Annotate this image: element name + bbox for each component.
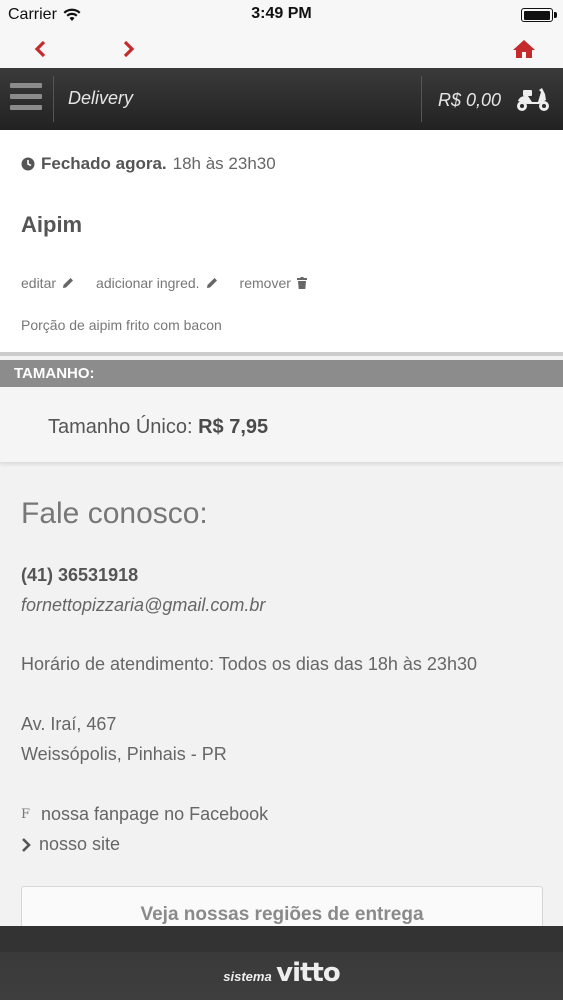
contact-email[interactable]: fornettopizzaria@gmail.com.br bbox=[21, 595, 265, 616]
clock: 3:49 PM bbox=[251, 5, 312, 22]
home-icon bbox=[513, 40, 535, 58]
back-button[interactable] bbox=[25, 34, 55, 64]
product-name: Aipim bbox=[21, 212, 83, 237]
remove-button[interactable]: remover bbox=[240, 275, 307, 291]
chevron-left-icon bbox=[34, 40, 46, 58]
brand-small: sistema bbox=[223, 969, 272, 984]
store-hours-text: 18h às 23h30 bbox=[172, 154, 276, 173]
size-header: TAMANHO: bbox=[0, 360, 563, 387]
contact-hours: Horário de atendimento: Todos os dias da… bbox=[21, 654, 477, 674]
store-hours: Fechado agora. 18h às 23h30 bbox=[21, 154, 276, 174]
contact-title: Fale conosco: bbox=[21, 497, 208, 530]
contact-phone[interactable]: (41) 36531918 bbox=[21, 565, 138, 586]
battery-icon bbox=[521, 8, 557, 22]
app-header: Delivery R$ 0,00 bbox=[0, 68, 563, 130]
brand-big: vitto bbox=[276, 958, 341, 988]
chevron-right-icon bbox=[22, 837, 31, 852]
cart-total[interactable]: R$ 0,00 bbox=[438, 90, 501, 111]
forward-button[interactable] bbox=[114, 34, 144, 64]
facebook-link[interactable]: F nossa fanpage no Facebook bbox=[21, 804, 268, 825]
remove-label: remover bbox=[239, 275, 291, 291]
size-price: R$ 7,95 bbox=[198, 416, 269, 438]
clock-icon bbox=[21, 157, 35, 171]
facebook-link-text: nossa fanpage no Facebook bbox=[41, 804, 269, 824]
site-link[interactable]: nosso site bbox=[21, 834, 120, 855]
brand-logo: sistema vitto bbox=[0, 958, 563, 988]
chevron-right-icon bbox=[123, 40, 135, 58]
pencil-icon bbox=[206, 278, 217, 288]
home-button[interactable] bbox=[509, 34, 539, 64]
pencil-icon bbox=[63, 278, 74, 288]
header-divider bbox=[421, 76, 422, 122]
header-divider bbox=[53, 76, 54, 122]
hamburger-menu-icon[interactable] bbox=[10, 83, 42, 113]
edit-label: editar bbox=[21, 275, 57, 291]
trash-icon bbox=[296, 277, 307, 289]
product-actions: editar adicionar ingred. remover bbox=[21, 275, 307, 291]
status-bar: Carrier 3:49 PM bbox=[0, 0, 563, 30]
browser-nav bbox=[0, 30, 563, 68]
site-link-text: nosso site bbox=[39, 834, 121, 854]
size-name: Tamanho Único: bbox=[48, 416, 193, 438]
scooter-icon[interactable] bbox=[515, 86, 551, 112]
add-ingredient-label: adicionar ingred. bbox=[96, 275, 200, 291]
size-option[interactable]: Tamanho Único: R$ 7,95 bbox=[0, 387, 563, 463]
header-title: Delivery bbox=[68, 88, 134, 108]
address-line-1: Av. Iraí, 467 bbox=[21, 714, 117, 734]
facebook-icon: F bbox=[21, 807, 31, 822]
store-status: Fechado agora. bbox=[41, 154, 167, 173]
add-ingredient-button[interactable]: adicionar ingred. bbox=[96, 275, 218, 291]
edit-button[interactable]: editar bbox=[21, 275, 74, 291]
product-info: Fechado agora. 18h às 23h30 Aipim editar… bbox=[0, 130, 563, 356]
footer-strip bbox=[0, 926, 563, 952]
product-description: Porção de aipim frito com bacon bbox=[21, 317, 222, 333]
footer: sistema vitto bbox=[0, 926, 563, 1000]
size-label: Tamanho Único: R$ 7,95 bbox=[48, 416, 268, 439]
address-line-2: Weissópolis, Pinhais - PR bbox=[21, 744, 227, 764]
